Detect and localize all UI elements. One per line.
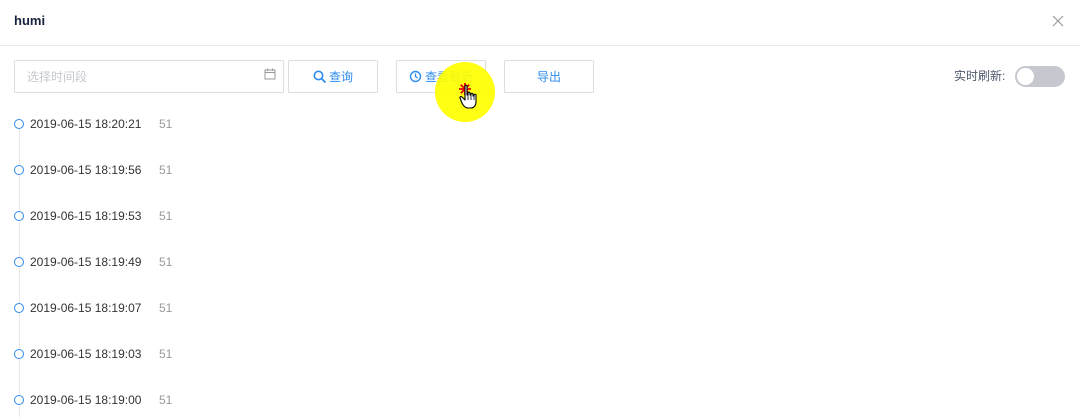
query-button[interactable]: 查询 bbox=[288, 60, 378, 93]
dialog-header: humi bbox=[0, 0, 1080, 46]
timeline-item-time: 2019-06-15 18:19:49 bbox=[30, 255, 142, 269]
timeline-item: 2019-06-15 18:19:00 51 bbox=[14, 377, 614, 417]
timeline-item: 2019-06-15 18:19:03 51 bbox=[14, 331, 614, 377]
timeline-item-time: 2019-06-15 18:19:03 bbox=[30, 347, 142, 361]
timeline-item-value: 51 bbox=[159, 209, 173, 223]
timeline-item-time: 2019-06-15 18:20:21 bbox=[30, 117, 142, 131]
timeline-item: 2019-06-15 18:19:07 51 bbox=[14, 285, 614, 331]
query-button-label: 查询 bbox=[328, 70, 353, 84]
timeline-item-time: 2019-06-15 18:19:53 bbox=[30, 209, 142, 223]
timeline-item-value: 51 bbox=[159, 301, 173, 315]
clock-refresh-icon bbox=[409, 70, 422, 83]
view-latest-button-label: 查看最新 bbox=[424, 70, 473, 84]
dialog-title: humi bbox=[14, 13, 46, 28]
timeline: 2019-06-15 18:20:21 51 2019-06-15 18:19:56… bbox=[14, 101, 714, 417]
search-icon bbox=[313, 70, 326, 83]
timeline-item-time: 2019-06-15 18:19:00 bbox=[30, 393, 142, 407]
timeline-item: 2019-06-15 18:19:53 51 bbox=[14, 193, 614, 239]
toggle-knob bbox=[1017, 68, 1034, 85]
date-range-picker[interactable] bbox=[14, 60, 284, 93]
timeline-item: 2019-06-15 18:20:21 51 bbox=[14, 101, 614, 147]
timeline-item: 2019-06-15 18:19:49 51 bbox=[14, 239, 614, 285]
timeline-item-value: 51 bbox=[159, 163, 173, 177]
calendar-icon bbox=[264, 68, 276, 80]
timeline-item-value: 51 bbox=[159, 393, 173, 407]
export-button-label: 导出 bbox=[536, 70, 561, 84]
date-range-input[interactable] bbox=[15, 61, 255, 92]
timeline-item-value: 51 bbox=[159, 347, 173, 361]
timeline-dot bbox=[14, 165, 24, 175]
close-button[interactable] bbox=[1050, 13, 1066, 29]
timeline-item-value: 51 bbox=[159, 117, 173, 131]
timeline-dot bbox=[14, 257, 24, 267]
view-latest-button[interactable]: 查看最新 bbox=[396, 60, 486, 93]
timeline-dot bbox=[14, 119, 24, 129]
realtime-refresh-label: 实时刷新: bbox=[954, 69, 1006, 83]
toolbar: 查询 查看最新 导出 实时刷新: bbox=[0, 60, 1080, 94]
timeline-item-time: 2019-06-15 18:19:07 bbox=[30, 301, 142, 315]
export-button[interactable]: 导出 bbox=[504, 60, 594, 93]
close-icon bbox=[1052, 15, 1064, 27]
timeline-dot bbox=[14, 303, 24, 313]
timeline-dot bbox=[14, 211, 24, 221]
timeline-dot bbox=[14, 395, 24, 405]
timeline-item-time: 2019-06-15 18:19:56 bbox=[30, 163, 142, 177]
timeline-item: 2019-06-15 18:19:56 51 bbox=[14, 147, 614, 193]
timeline-dot bbox=[14, 349, 24, 359]
realtime-refresh-toggle[interactable] bbox=[1015, 66, 1065, 87]
timeline-item-value: 51 bbox=[159, 255, 173, 269]
